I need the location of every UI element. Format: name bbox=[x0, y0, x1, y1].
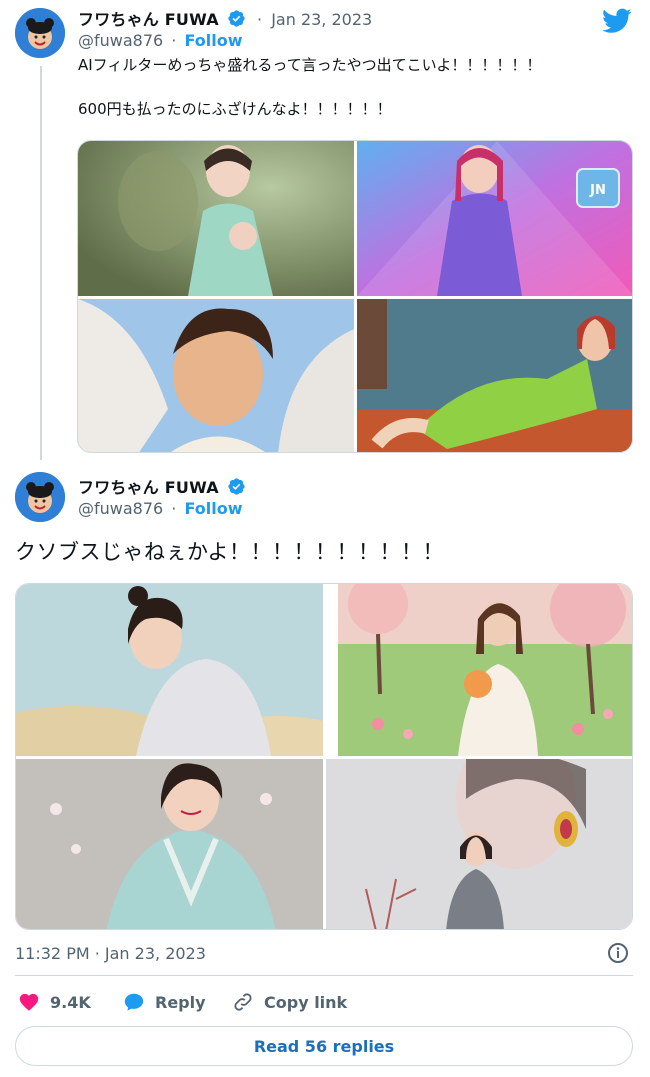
display-name[interactable]: フワちゃん FUWA bbox=[78, 10, 219, 29]
like-button[interactable]: 9.4K bbox=[18, 991, 91, 1013]
svg-text:JN: JN bbox=[589, 183, 606, 198]
media-grid bbox=[15, 583, 633, 930]
handle-row: @fuwa876 · Follow bbox=[78, 499, 243, 518]
tweet-text: クソブスじゃねぇかよ！！！！！！！！！！ bbox=[15, 540, 444, 564]
media-image-pink-tattoo[interactable]: JN bbox=[357, 141, 632, 296]
link-icon bbox=[232, 991, 254, 1013]
like-count: 9.4K bbox=[50, 992, 91, 1012]
divider bbox=[15, 975, 633, 976]
handle[interactable]: @fuwa876 bbox=[78, 499, 163, 518]
handle-row: @fuwa876 · Follow bbox=[78, 31, 243, 50]
twitter-bird-icon[interactable] bbox=[602, 8, 632, 34]
separator: · bbox=[171, 31, 177, 50]
media-image-flower-field[interactable] bbox=[338, 584, 632, 756]
read-replies-button[interactable]: Read 56 replies bbox=[15, 1026, 633, 1066]
follow-button[interactable]: Follow bbox=[184, 31, 242, 50]
tweet-header: フワちゃん FUWA bbox=[78, 474, 246, 498]
thread-line bbox=[40, 66, 42, 460]
handle[interactable]: @fuwa876 bbox=[78, 31, 163, 50]
reply-label: Reply bbox=[155, 992, 206, 1012]
media-image-gray-sweater[interactable] bbox=[16, 584, 323, 756]
reply-bubble-icon bbox=[123, 991, 145, 1013]
tweet-text-line: 600円も払ったのにふざけんなよ！！！！！！ bbox=[78, 100, 392, 118]
media-image-angel-wings[interactable] bbox=[78, 299, 354, 452]
verified-badge-icon bbox=[227, 9, 246, 28]
media-image-kimono[interactable] bbox=[16, 759, 323, 929]
reply-button[interactable]: Reply bbox=[123, 991, 206, 1013]
avatar[interactable] bbox=[15, 472, 65, 522]
follow-button[interactable]: Follow bbox=[184, 499, 242, 518]
info-icon[interactable] bbox=[607, 942, 629, 964]
read-replies-label: Read 56 replies bbox=[253, 1036, 395, 1056]
tweet-timestamp[interactable]: 11:32 PM · Jan 23, 2023 bbox=[15, 944, 206, 963]
copy-link-button[interactable]: Copy link bbox=[232, 991, 347, 1013]
display-name[interactable]: フワちゃん FUWA bbox=[78, 478, 219, 497]
media-image-earring[interactable] bbox=[326, 759, 632, 929]
media-image-green-swimsuit[interactable] bbox=[357, 299, 632, 452]
separator: · bbox=[257, 10, 263, 29]
tweet-text: AIフィルターめっちゃ盛れるって言ったやつ出てこいよ！！！！！！ 600円も払っ… bbox=[78, 54, 638, 120]
separator: · bbox=[171, 499, 177, 518]
copy-link-label: Copy link bbox=[264, 992, 348, 1012]
tweet-text-line: AIフィルターめっちゃ盛れるって言ったやつ出てこいよ！！！！！！ bbox=[78, 56, 542, 74]
verified-badge-icon bbox=[227, 477, 246, 496]
tweet-header: フワちゃん FUWA · Jan 23, 2023 bbox=[78, 6, 372, 30]
avatar[interactable] bbox=[15, 8, 65, 58]
tweet-date[interactable]: Jan 23, 2023 bbox=[271, 10, 372, 29]
media-image-mint-dress[interactable] bbox=[78, 141, 354, 296]
media-grid: JN bbox=[77, 140, 633, 453]
heart-icon bbox=[18, 991, 40, 1013]
